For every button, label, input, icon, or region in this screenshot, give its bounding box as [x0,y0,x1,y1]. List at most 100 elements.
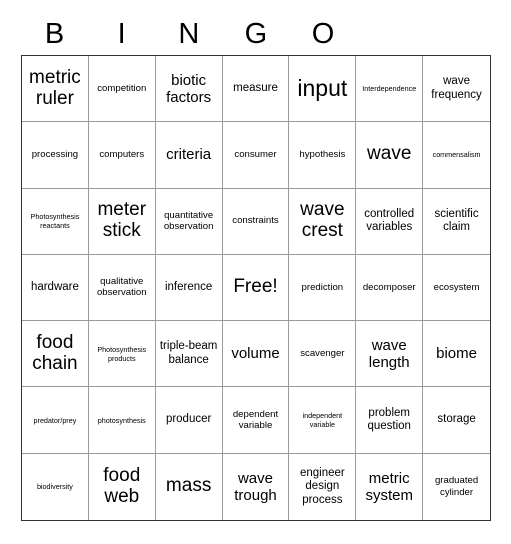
bingo-cell-r4-c2[interactable]: qualitative observation [88,254,156,322]
bingo-cell-r4-c3[interactable]: inference [155,254,223,322]
bingo-cell-r5-c1[interactable]: food chain [22,321,89,388]
bingo-header-letter: O [311,18,335,50]
bingo-cell-label: processing [31,149,79,161]
bingo-cell-label: independent variable [302,411,343,430]
bingo-cell-label: mass [165,475,212,497]
bingo-cell-label: ecosystem [433,281,480,293]
bingo-cell-r7-c5[interactable]: engineer design process [289,453,357,520]
bingo-cell-r2-c4[interactable]: consumer [222,122,290,189]
bingo-grid: metric ruler competition biotic factors mea… [21,55,491,521]
bingo-header-cell-6 [357,14,424,55]
bingo-cell-label: triple-beam balance [159,340,218,366]
bingo-cell-label: criteria [166,146,212,164]
bingo-cell-label: hypothesis [299,149,346,161]
bingo-header-cell-3: N [155,14,222,55]
bingo-cell-label: computers [99,149,145,161]
bingo-cell-label: qualitative observation [96,275,147,299]
bingo-cell-label: engineer design process [299,466,345,506]
bingo-cell-r7-c6[interactable]: metric system [356,453,424,520]
bingo-cell-r7-c4[interactable]: wave trough [222,453,290,520]
bingo-cell-r7-c1[interactable]: biodiversity [22,453,89,520]
bingo-cell-label: inference [164,280,213,293]
bingo-cell-label: producer [165,413,212,426]
bingo-cell-r5-c5[interactable]: scavenger [289,321,357,388]
bingo-cell-label: problem question [367,406,411,433]
bingo-cell-r5-c6[interactable]: wave length [356,321,424,388]
bingo-cell-r1-c2[interactable]: competition [88,56,156,123]
bingo-cell-r5-c3[interactable]: triple-beam balance [155,321,223,388]
bingo-cell-r1-c5[interactable]: input [289,56,357,123]
bingo-cell-label: hardware [30,280,79,293]
bingo-cell-r4-c6[interactable]: decomposer [356,254,424,322]
bingo-cell-r1-c4[interactable]: measure [222,56,290,123]
bingo-cell-r6-c5[interactable]: independent variable [289,387,357,454]
bingo-cell-label: dependent variable [232,408,279,432]
bingo-cell-r6-c4[interactable]: dependent variable [222,387,290,454]
bingo-header-letter: I [117,18,126,50]
bingo-cell-r4-c5[interactable]: prediction [289,254,357,322]
bingo-cell-r6-c2[interactable]: photosynthesis [88,387,156,454]
bingo-cell-label: constraints [232,215,279,227]
bingo-cell-label: biotic factors [166,71,212,106]
bingo-cell-label: graduated cylinder [434,475,479,498]
bingo-cell-label: input [297,75,348,102]
bingo-cell-r2-c2[interactable]: computers [88,122,156,189]
bingo-cell-r4-c1[interactable]: hardware [22,254,89,322]
bingo-free-space[interactable]: Free! [222,254,290,322]
bingo-cell-label: wave [367,143,412,165]
bingo-cell-r2-c3[interactable]: criteria [155,122,223,189]
bingo-cell-r6-c7[interactable]: storage [423,387,490,454]
bingo-cell-r1-c3[interactable]: biotic factors [155,56,223,123]
bingo-cell-label: Photosynthesis products [97,344,147,363]
bingo-cell-r1-c6[interactable]: Interdependence [356,56,424,123]
bingo-cell-r2-c6[interactable]: wave [356,122,424,189]
bingo-cell-label: prediction [301,281,344,293]
bingo-cell-r2-c5[interactable]: hypothesis [289,122,357,189]
bingo-cell-r6-c3[interactable]: producer [155,387,223,454]
bingo-cell-label: measure [233,81,278,94]
bingo-card: B I N G O metric ruler competition biotic fact… [0,0,511,544]
bingo-cell-r3-c2[interactable]: meter stick [88,188,156,255]
bingo-cell-r7-c7[interactable]: graduated cylinder [423,453,490,520]
bingo-cell-r1-c7[interactable]: wave frequency [423,56,490,123]
bingo-cell-r3-c7[interactable]: scientific claim [423,188,490,255]
bingo-cell-r6-c1[interactable]: predator/prey [22,387,89,454]
bingo-cell-r1-c1[interactable]: metric ruler [22,56,89,123]
bingo-cell-label: photosynthesis [97,415,146,425]
bingo-cell-r2-c1[interactable]: processing [22,122,89,189]
bingo-cell-label: quantitative observation [163,209,214,233]
bingo-cell-label: storage [437,413,476,426]
bingo-cell-r3-c3[interactable]: quantitative observation [155,188,223,255]
bingo-cell-r3-c4[interactable]: constraints [222,188,290,255]
bingo-cell-label: biodiversity [36,482,73,492]
bingo-cell-label: wave crest [300,199,345,242]
bingo-cell-label: commensalism [432,150,481,160]
bingo-cell-label: Photosynthesis reactants [30,212,80,231]
bingo-cell-label: scavenger [300,348,345,360]
bingo-cell-r4-c7[interactable]: ecosystem [423,254,490,322]
bingo-header-letters: BINGO [21,14,491,55]
bingo-cell-label: volume [231,345,280,363]
bingo-cell-label: Free! [233,276,278,298]
bingo-cell-r2-c7[interactable]: commensalism [423,122,490,189]
bingo-header-cell-4: G [222,14,289,55]
bingo-cell-label: wave trough [234,469,277,504]
bingo-cell-label: predator/prey [33,415,77,425]
bingo-header-letter: N [178,18,200,50]
bingo-cell-r3-c5[interactable]: wave crest [289,188,357,255]
bingo-cell-r7-c3[interactable]: mass [155,453,223,520]
bingo-cell-r3-c1[interactable]: Photosynthesis reactants [22,188,89,255]
bingo-cell-r6-c6[interactable]: problem question [356,387,424,454]
bingo-cell-r3-c6[interactable]: controlled variables [356,188,424,255]
bingo-cell-r5-c2[interactable]: Photosynthesis products [88,321,156,388]
bingo-cell-r7-c2[interactable]: food web [88,453,156,520]
bingo-cell-label: wave length [368,336,410,371]
bingo-header-cell-2: I [88,14,155,55]
bingo-cell-label: consumer [234,149,277,161]
bingo-cell-r5-c4[interactable]: volume [222,321,290,388]
bingo-cell-r5-c7[interactable]: biome [423,321,490,388]
bingo-header-letter: G [244,18,268,50]
bingo-cell-label: food web [103,464,141,507]
bingo-cell-label: metric system [365,469,413,504]
bingo-cell-label: decomposer [362,281,416,293]
